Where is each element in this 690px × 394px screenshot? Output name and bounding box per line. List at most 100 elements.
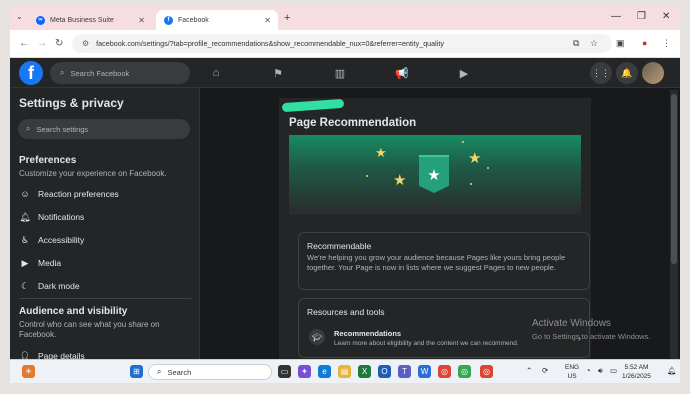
sidebar-item-accessibility[interactable]: ♿︎ Accessibility <box>19 232 84 248</box>
facebook-logo-icon[interactable]: f <box>19 61 43 85</box>
tab-label: Facebook <box>178 16 209 24</box>
tray-chevron-icon[interactable]: ⌃ <box>526 366 532 375</box>
search-icon: ⌕ <box>26 124 31 133</box>
sidebar-item-notifications[interactable]: 🔔︎ Notifications <box>19 209 84 225</box>
flag-icon[interactable]: ⚑ <box>270 65 286 81</box>
back-icon[interactable]: ← <box>19 38 29 49</box>
avatar[interactable] <box>642 62 664 84</box>
recommendable-box: Recommendable We're helping you grow you… <box>298 232 590 290</box>
notifications-bell-icon[interactable]: 🔔 <box>616 62 638 84</box>
star-icon: ★ <box>393 172 407 189</box>
outlook-icon[interactable]: O <box>378 365 391 378</box>
taskbar-search-input[interactable]: ⌕ Search <box>148 364 272 380</box>
search-icon: ⌕ <box>157 367 162 376</box>
weather-widget-icon[interactable]: ☀ <box>22 365 35 378</box>
chrome-profile-icon[interactable]: ◎ <box>458 365 471 378</box>
maximize-icon[interactable]: ❐ <box>637 11 646 22</box>
tab-search-icon[interactable]: ⌄ <box>16 12 23 21</box>
tab-facebook[interactable]: f Facebook ✕ <box>156 10 278 30</box>
search-placeholder: Search settings <box>36 124 89 134</box>
site-info-icon[interactable]: ⚙ <box>82 39 89 48</box>
divider <box>19 298 191 299</box>
reload-icon[interactable]: ↻ <box>55 38 63 49</box>
edge-icon[interactable]: e <box>318 365 331 378</box>
video-icon[interactable]: ▶ <box>456 65 472 81</box>
recommendations-desc: Learn more about eligibility and the con… <box>334 340 519 347</box>
star-icon: ★ <box>468 150 482 167</box>
url-text: facebook.com/settings/?tab=profile_recom… <box>96 39 444 48</box>
chrome-icon[interactable]: ◎ <box>438 365 451 378</box>
wifi-icon[interactable]: ◔ <box>586 366 591 375</box>
settings-search-input[interactable]: ⌕ Search settings <box>18 119 190 139</box>
sidebar-item-media[interactable]: ▶ Media <box>19 255 62 271</box>
sidebar-item-label: Accessibility <box>38 235 85 245</box>
page-title: Page Recommendation <box>289 117 417 129</box>
home-icon[interactable]: ⌂ <box>208 65 224 81</box>
bookmark-star-icon[interactable]: ☆ <box>590 38 598 49</box>
menu-dots-icon[interactable]: ⋮ <box>662 38 671 49</box>
recommendable-title: Recommendable <box>307 241 372 251</box>
excel-icon[interactable]: X <box>358 365 371 378</box>
accessibility-icon: ♿︎ <box>20 234 30 245</box>
notification-bell-icon[interactable]: 🔔︎ <box>667 366 677 375</box>
graduation-cap-icon: 🎓︎ <box>309 329 325 345</box>
teams-icon[interactable]: T <box>398 365 411 378</box>
browser-window: ⌄ ∞ Meta Business Suite ✕ f Facebook ✕ +… <box>10 6 680 383</box>
profile-icon[interactable]: ● <box>642 38 647 48</box>
section-heading-audience: Audience and visibility <box>19 306 128 317</box>
tab-meta-business-suite[interactable]: ∞ Meta Business Suite ✕ <box>28 10 152 30</box>
browser-toolbar: ← → ↻ ⚙ facebook.com/settings/?tab=profi… <box>10 30 680 58</box>
recommendations-title: Recommendations <box>334 329 402 338</box>
menu-grid-icon[interactable]: ⋮⋮ <box>590 62 612 84</box>
sidebar-item-label: Reaction preferences <box>38 189 119 199</box>
scrollbar[interactable] <box>670 90 678 363</box>
lang-code: ENG <box>565 364 580 371</box>
language-indicator[interactable]: ENG US <box>565 363 579 381</box>
search-icon: ⌕ <box>60 68 65 77</box>
windows-taskbar: ☀ ⊞ ⌕ Search ▭ ✦ e ▤ X O T W ◎ ◎ ◎ ⌃ ⟳ E… <box>10 359 680 383</box>
settings-sidebar: Settings & privacy ⌕ Search settings Pre… <box>10 88 200 365</box>
extensions-icon[interactable]: ▣ <box>616 38 625 49</box>
address-bar[interactable]: ⚙ facebook.com/settings/?tab=profile_rec… <box>72 34 612 53</box>
task-view-icon[interactable]: ▭ <box>278 365 291 378</box>
activate-windows-subtitle: Go to Settings to activate Windows. <box>532 332 651 341</box>
facebook-icon: f <box>164 15 173 25</box>
section-subtext: Customize your experience on Facebook. <box>19 169 167 178</box>
region-code: US <box>567 373 577 380</box>
minimize-icon[interactable]: — <box>611 11 621 22</box>
sync-icon[interactable]: ⟳ <box>542 366 548 375</box>
file-explorer-icon[interactable]: ▤ <box>338 365 351 378</box>
facebook-top-nav: f ⌕ Search Facebook ⌂ ⚑ ▥ 📢 ▶ ⋮⋮ 🔔 <box>10 58 680 88</box>
tab-strip: ⌄ ∞ Meta Business Suite ✕ f Facebook ✕ +… <box>10 6 680 30</box>
close-window-icon[interactable]: ✕ <box>662 11 670 22</box>
word-icon[interactable]: W <box>418 365 431 378</box>
forward-icon[interactable]: → <box>37 38 47 49</box>
meta-icon: ∞ <box>36 15 45 25</box>
star-icon: ★ <box>375 145 387 160</box>
sparkle-dot <box>470 183 472 185</box>
close-tab-icon[interactable]: ✕ <box>264 16 271 25</box>
sidebar-item-dark-mode[interactable]: ☾ Dark mode <box>19 278 80 294</box>
megaphone-icon[interactable]: 📢 <box>394 65 410 81</box>
close-tab-icon[interactable]: ✕ <box>138 16 145 25</box>
volume-icon[interactable]: 🔊︎ <box>598 366 603 376</box>
resources-title: Resources and tools <box>307 307 385 317</box>
section-heading-preferences: Preferences <box>19 155 77 166</box>
activate-windows-title: Activate Windows <box>532 318 611 329</box>
new-tab-icon[interactable]: + <box>284 12 290 24</box>
windows-start-icon[interactable]: ⊞ <box>130 365 143 378</box>
sidebar-item-reaction-preferences[interactable]: ☺ Reaction preferences <box>19 186 119 202</box>
install-app-icon[interactable]: ⧉ <box>573 38 579 49</box>
recommendable-text: We're helping you grow your audience bec… <box>307 253 566 272</box>
search-placeholder: Search <box>167 367 192 377</box>
facebook-search-input[interactable]: ⌕ Search Facebook <box>50 62 190 84</box>
reaction-icon: ☺ <box>20 189 30 199</box>
battery-icon[interactable]: ▭ <box>610 366 617 375</box>
chrome-active-icon[interactable]: ◎ <box>480 365 493 378</box>
chart-icon[interactable]: ▥ <box>332 65 348 81</box>
scrollbar-thumb[interactable] <box>671 94 677 264</box>
copilot-icon[interactable]: ✦ <box>298 365 311 378</box>
recommendation-badge-icon: ★ <box>419 157 449 193</box>
taskbar-clock[interactable]: 5:52 AM 1/26/2025 <box>622 363 651 381</box>
sparkle-dot <box>462 141 464 143</box>
